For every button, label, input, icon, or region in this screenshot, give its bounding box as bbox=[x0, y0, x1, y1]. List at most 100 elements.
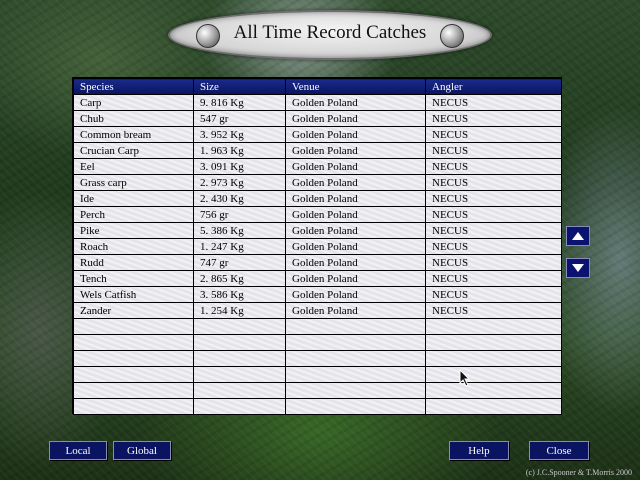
cell-venue: Golden Poland bbox=[285, 126, 426, 143]
cell-venue: Golden Poland bbox=[285, 238, 426, 255]
empty-cell bbox=[425, 334, 562, 351]
cell-angler: NECUS bbox=[425, 126, 562, 143]
help-button[interactable]: Help bbox=[449, 441, 509, 460]
table-header-row: Species Size Venue Angler bbox=[73, 78, 562, 95]
empty-table-row bbox=[73, 382, 562, 399]
empty-cell bbox=[73, 398, 194, 415]
cell-venue: Golden Poland bbox=[285, 206, 426, 223]
table-row[interactable]: Roach 1. 247 Kg Golden Poland NECUS bbox=[73, 238, 562, 255]
empty-table-row bbox=[73, 366, 562, 383]
empty-cell bbox=[285, 350, 426, 367]
title-plate: All Time Record Catches bbox=[168, 10, 492, 60]
cell-angler: NECUS bbox=[425, 174, 562, 191]
empty-cell bbox=[193, 334, 286, 351]
cell-size: 1. 247 Kg bbox=[193, 238, 286, 255]
column-header-size: Size bbox=[193, 78, 286, 95]
empty-cell bbox=[73, 350, 194, 367]
empty-cell bbox=[73, 382, 194, 399]
cell-angler: NECUS bbox=[425, 110, 562, 127]
table-row[interactable]: Common bream 3. 952 Kg Golden Poland NECUS bbox=[73, 126, 562, 143]
empty-cell bbox=[285, 398, 426, 415]
copyright-text: (c) J.C.Spooner & T.Morris 2000 bbox=[525, 468, 632, 477]
empty-cell bbox=[285, 318, 426, 335]
table-row[interactable]: Carp 9. 816 Kg Golden Poland NECUS bbox=[73, 94, 562, 111]
table-row[interactable]: Perch 756 gr Golden Poland NECUS bbox=[73, 206, 562, 223]
cell-species: Crucian Carp bbox=[73, 142, 194, 159]
cell-angler: NECUS bbox=[425, 158, 562, 175]
global-button[interactable]: Global bbox=[113, 441, 171, 460]
cell-venue: Golden Poland bbox=[285, 110, 426, 127]
cell-size: 9. 816 Kg bbox=[193, 94, 286, 111]
empty-cell bbox=[193, 398, 286, 415]
cell-species: Eel bbox=[73, 158, 194, 175]
empty-cell bbox=[425, 366, 562, 383]
cell-angler: NECUS bbox=[425, 254, 562, 271]
cell-size: 756 gr bbox=[193, 206, 286, 223]
table-row[interactable]: Chub 547 gr Golden Poland NECUS bbox=[73, 110, 562, 127]
empty-cell bbox=[193, 350, 286, 367]
cell-angler: NECUS bbox=[425, 206, 562, 223]
scroll-up-button[interactable] bbox=[566, 226, 590, 246]
cell-size: 2. 973 Kg bbox=[193, 174, 286, 191]
cell-size: 3. 586 Kg bbox=[193, 286, 286, 303]
scroll-down-button[interactable] bbox=[566, 258, 590, 278]
cell-venue: Golden Poland bbox=[285, 174, 426, 191]
column-header-species: Species bbox=[73, 78, 194, 95]
mouse-cursor-icon bbox=[459, 369, 471, 387]
triangle-down-icon bbox=[572, 264, 584, 272]
cell-venue: Golden Poland bbox=[285, 254, 426, 271]
cell-species: Perch bbox=[73, 206, 194, 223]
cell-size: 2. 430 Kg bbox=[193, 190, 286, 207]
cell-size: 1. 963 Kg bbox=[193, 142, 286, 159]
cell-venue: Golden Poland bbox=[285, 158, 426, 175]
table-row[interactable]: Grass carp 2. 973 Kg Golden Poland NECUS bbox=[73, 174, 562, 191]
local-button[interactable]: Local bbox=[49, 441, 107, 460]
cell-venue: Golden Poland bbox=[285, 94, 426, 111]
empty-cell bbox=[193, 366, 286, 383]
cell-venue: Golden Poland bbox=[285, 190, 426, 207]
table-row[interactable]: Zander 1. 254 Kg Golden Poland NECUS bbox=[73, 302, 562, 319]
table-row[interactable]: Ide 2. 430 Kg Golden Poland NECUS bbox=[73, 190, 562, 207]
empty-table-row bbox=[73, 398, 562, 415]
table-row[interactable]: Pike 5. 386 Kg Golden Poland NECUS bbox=[73, 222, 562, 239]
cell-species: Roach bbox=[73, 238, 194, 255]
records-table: Species Size Venue Angler Carp 9. 816 Kg G… bbox=[72, 77, 562, 415]
cell-species: Rudd bbox=[73, 254, 194, 271]
empty-cell bbox=[425, 350, 562, 367]
table-row[interactable]: Eel 3. 091 Kg Golden Poland NECUS bbox=[73, 158, 562, 175]
cell-venue: Golden Poland bbox=[285, 142, 426, 159]
empty-cell bbox=[193, 382, 286, 399]
empty-cell bbox=[73, 366, 194, 383]
table-row[interactable]: Wels Catfish 3. 586 Kg Golden Poland NECUS bbox=[73, 286, 562, 303]
column-header-venue: Venue bbox=[285, 78, 426, 95]
cell-venue: Golden Poland bbox=[285, 302, 426, 319]
empty-cell bbox=[425, 398, 562, 415]
cell-venue: Golden Poland bbox=[285, 286, 426, 303]
cell-size: 5. 386 Kg bbox=[193, 222, 286, 239]
empty-cell bbox=[425, 382, 562, 399]
table-row[interactable]: Crucian Carp 1. 963 Kg Golden Poland NECUS bbox=[73, 142, 562, 159]
cell-size: 1. 254 Kg bbox=[193, 302, 286, 319]
cell-angler: NECUS bbox=[425, 238, 562, 255]
rivet-icon bbox=[440, 24, 464, 48]
empty-cell bbox=[193, 318, 286, 335]
cell-species: Wels Catfish bbox=[73, 286, 194, 303]
cell-size: 747 gr bbox=[193, 254, 286, 271]
cell-species: Carp bbox=[73, 94, 194, 111]
table-row[interactable]: Rudd 747 gr Golden Poland NECUS bbox=[73, 254, 562, 271]
empty-cell bbox=[285, 382, 426, 399]
cell-species: Grass carp bbox=[73, 174, 194, 191]
cell-venue: Golden Poland bbox=[285, 270, 426, 287]
empty-cell bbox=[425, 318, 562, 335]
cell-angler: NECUS bbox=[425, 286, 562, 303]
cell-angler: NECUS bbox=[425, 222, 562, 239]
triangle-up-icon bbox=[572, 232, 584, 240]
cell-angler: NECUS bbox=[425, 190, 562, 207]
column-header-angler: Angler bbox=[425, 78, 562, 95]
cell-species: Zander bbox=[73, 302, 194, 319]
table-row[interactable]: Tench 2. 865 Kg Golden Poland NECUS bbox=[73, 270, 562, 287]
close-button[interactable]: Close bbox=[529, 441, 589, 460]
cell-size: 3. 091 Kg bbox=[193, 158, 286, 175]
empty-cell bbox=[285, 366, 426, 383]
cell-size: 3. 952 Kg bbox=[193, 126, 286, 143]
